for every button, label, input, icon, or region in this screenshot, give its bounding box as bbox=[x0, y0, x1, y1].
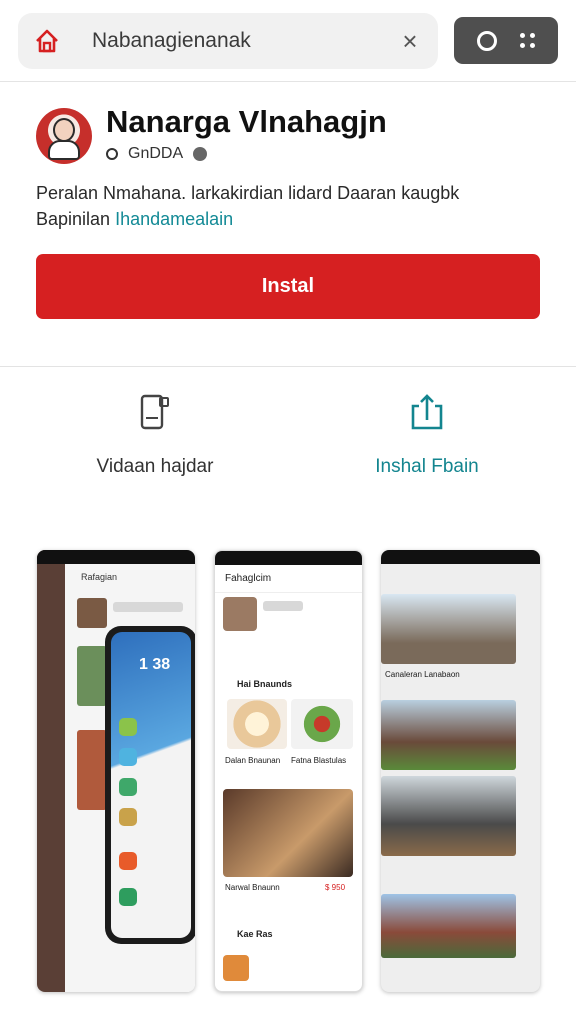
photo-image bbox=[381, 776, 516, 856]
browser-toolbar: Nabanagienanak × bbox=[0, 0, 576, 82]
action-device-label: Vidaan hajdar bbox=[96, 456, 214, 477]
list-thumbnail bbox=[223, 955, 249, 981]
screenshot-3[interactable]: Canaleran Lanabaon bbox=[381, 550, 540, 992]
photo-image bbox=[381, 700, 516, 770]
photo-caption: Narwal Bnaunn bbox=[225, 883, 280, 892]
device-icon bbox=[55, 390, 255, 434]
photo-caption: Canaleran Lanabaon bbox=[385, 670, 460, 679]
thumbnail bbox=[77, 730, 107, 810]
tab-menu-button[interactable] bbox=[454, 17, 558, 64]
price-tag: $ 950 bbox=[325, 883, 346, 892]
food-image bbox=[291, 699, 353, 749]
divider bbox=[0, 366, 576, 367]
food-image bbox=[227, 699, 287, 749]
description-prefix: Bapinilan bbox=[36, 209, 111, 229]
tab-switcher-icon[interactable] bbox=[477, 30, 498, 51]
food-caption: Fatna Blastulas bbox=[291, 756, 347, 765]
app-meta: GnDDA bbox=[106, 145, 208, 163]
photo-image bbox=[223, 789, 353, 877]
globe-icon bbox=[193, 147, 208, 161]
shot1-header: Rafagian bbox=[81, 572, 118, 582]
action-device[interactable]: Vidaan hajdar bbox=[55, 390, 255, 478]
more-menu-icon[interactable] bbox=[519, 33, 535, 48]
developer-icon bbox=[106, 148, 118, 160]
close-icon[interactable]: × bbox=[396, 26, 424, 56]
app-meta-text: GnDDA bbox=[128, 145, 184, 162]
photo-image bbox=[381, 894, 516, 958]
description-link[interactable]: Ihandamealain bbox=[115, 209, 233, 229]
status-bar bbox=[37, 550, 195, 564]
phone-clock: 1 38 bbox=[139, 656, 171, 673]
url-text[interactable]: Nabanagienanak bbox=[92, 29, 396, 53]
screenshot-1[interactable]: Rafagian 1 38 bbox=[37, 550, 195, 992]
description-line: Peralan Nmahana. larkakirdian lidard Daa… bbox=[36, 183, 460, 203]
share-icon bbox=[327, 390, 527, 434]
section-title: Hai Bnaunds bbox=[237, 679, 293, 689]
thumbnail bbox=[77, 598, 107, 628]
status-bar bbox=[215, 551, 362, 565]
app-description: Peralan Nmahana. larkakirdian lidard Daa… bbox=[36, 180, 546, 232]
status-bar bbox=[381, 550, 540, 564]
home-icon[interactable] bbox=[32, 26, 62, 56]
food-caption: Dalan Bnaunan bbox=[225, 756, 281, 765]
screenshot-2[interactable]: Fahaglcim Hai Bnaunds Dalan Bnaunan Fatn… bbox=[214, 550, 363, 992]
action-share[interactable]: Inshal Fbain bbox=[327, 390, 527, 478]
shot2-header: Fahaglcim bbox=[215, 565, 362, 593]
section-title: Kae Ras bbox=[237, 929, 273, 939]
photo-image bbox=[381, 594, 516, 664]
app-title: Nanarga Vlnahagjn bbox=[106, 104, 387, 139]
thumbnail bbox=[77, 646, 107, 706]
install-button[interactable]: Instal bbox=[36, 254, 540, 319]
phone-mockup: 1 38 bbox=[105, 626, 195, 944]
profile-thumbnail bbox=[223, 597, 257, 631]
action-share-label: Inshal Fbain bbox=[375, 456, 479, 477]
app-logo bbox=[36, 108, 92, 164]
address-bar[interactable]: Nabanagienanak × bbox=[18, 13, 438, 69]
